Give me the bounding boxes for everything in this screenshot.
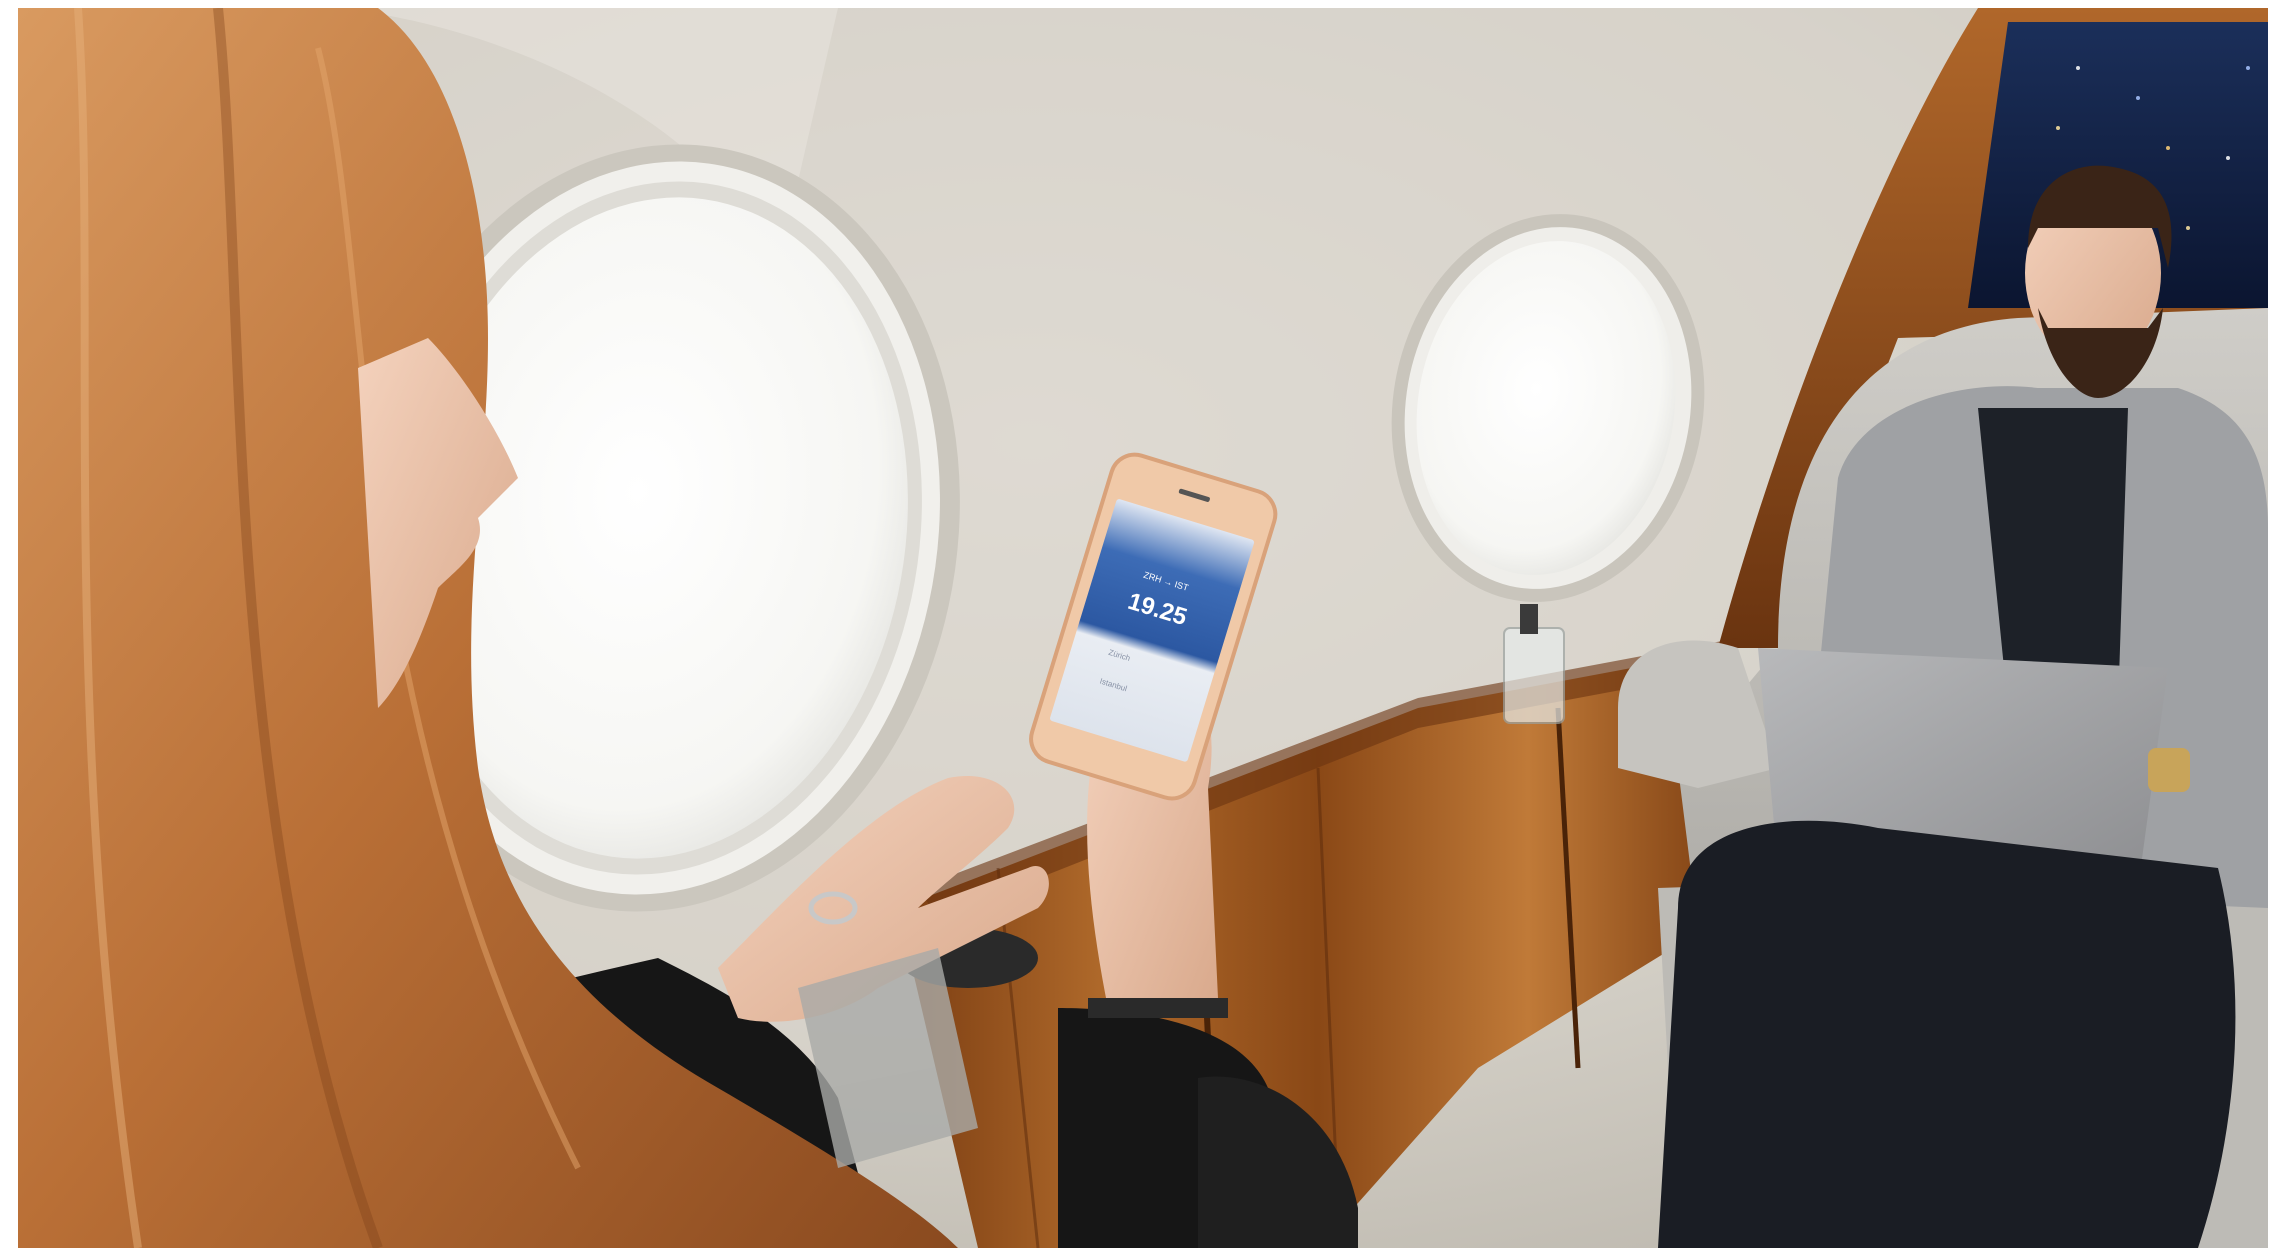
- photo-frame: 19.25 ZRH → IST Zürich Istanbul: [18, 8, 2268, 1248]
- cabin-photo: 19.25 ZRH → IST Zürich Istanbul: [18, 8, 2268, 1248]
